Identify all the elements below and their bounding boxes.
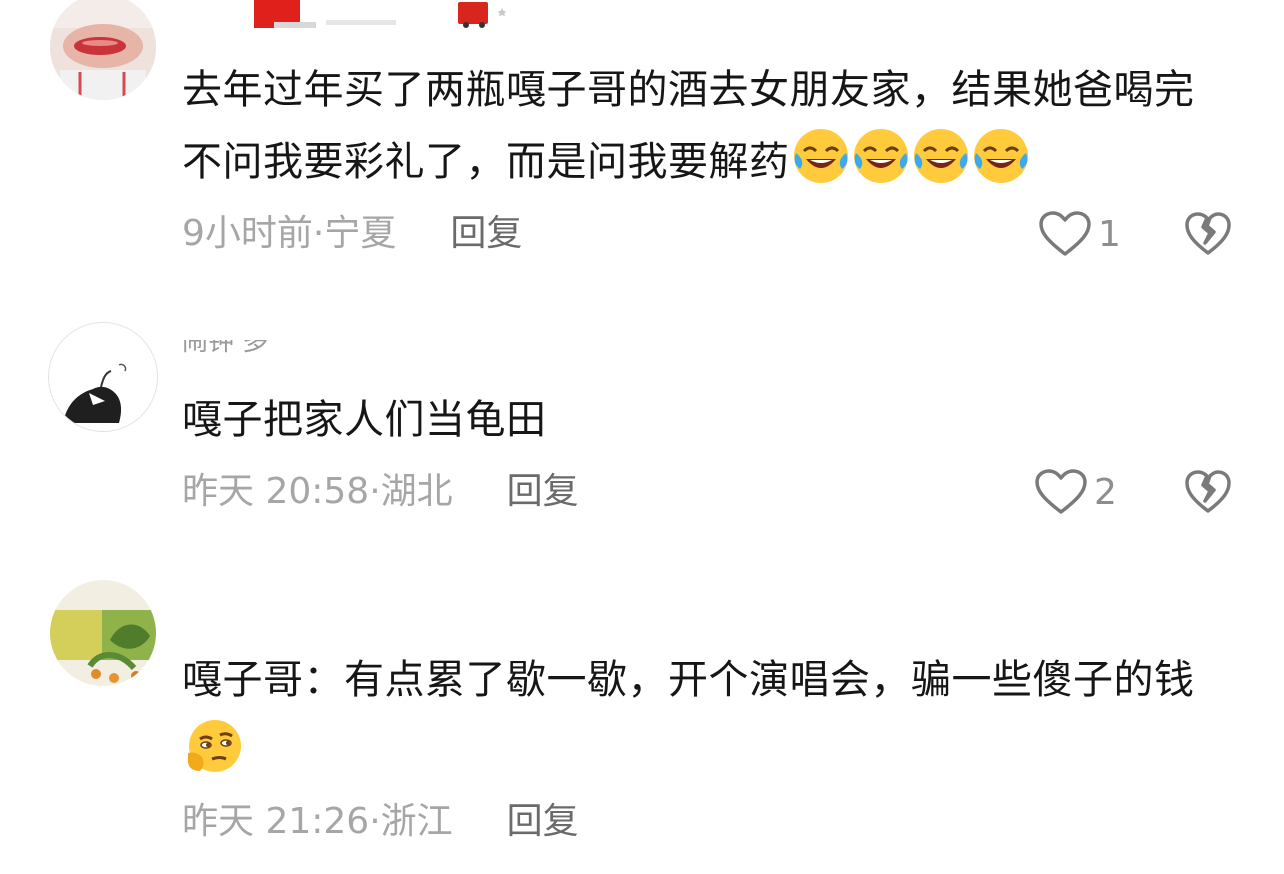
comment-item: 嘎子哥：有点累了歇一歇，开个演唱会，骗一些傻子的钱 昨天 21:26·浙江 回复 [0,580,1284,874]
heart-icon [1039,211,1091,256]
laugh-cry-emoji [852,127,910,185]
comment-text-body: 嘎子哥：有点累了歇一歇，开个演唱会，骗一些傻子的钱 [182,657,1195,703]
comment-location: 宁夏 [324,213,397,254]
meta-separator: · [369,471,381,512]
comment-meta: 9小时前·宁夏 回复 [182,212,522,256]
laugh-cry-emoji [912,127,970,185]
thinking-emoji [184,717,242,775]
comment-meta: 昨天 20:58·湖北 回复 [182,470,579,514]
comment-time: 昨天 20:58 [182,471,370,512]
username-text: 闹钟 多 [182,340,269,357]
comment-time: 9小时前 [182,213,313,254]
comment-text-body: 嘎子把家人们当龟田 [182,397,547,443]
comment-time: 昨天 21:26 [182,801,370,842]
username[interactable] [182,0,512,28]
laugh-cry-emoji [792,127,850,185]
avatar[interactable] [50,0,156,100]
comment-text-body: 去年过年买了两瓶嘎子哥的酒去女朋友家，结果她爸喝完不问我要彩礼了，而是问我要解药 [182,67,1195,185]
comment-location: 浙江 [380,801,453,842]
avatar-image [50,0,156,100]
dislike-button[interactable] [1184,210,1232,258]
dislike-button[interactable] [1184,468,1232,516]
meta-separator: · [369,801,381,842]
avatar-image [49,323,157,431]
comment-item: 闹钟 多 嘎子把家人们当龟田 昨天 20:58·湖北 回复 2 [0,290,1284,580]
broken-heart-icon [1185,470,1231,513]
avatar[interactable] [50,580,156,686]
reply-button[interactable]: 回复 [507,471,579,512]
like-count: 1 [1098,213,1121,255]
comment-location: 湖北 [380,471,453,512]
heart-icon [1035,469,1087,514]
like-button[interactable]: 1 [1038,210,1121,258]
like-count: 2 [1094,471,1117,513]
username-obscured [254,0,507,28]
comment-item: 去年过年买了两瓶嘎子哥的酒去女朋友家，结果她爸喝完不问我要彩礼了，而是问我要解药… [0,0,1284,290]
broken-heart-icon [1185,212,1231,255]
laugh-cry-emoji [972,127,1030,185]
reply-button[interactable]: 回复 [507,801,579,842]
comment-text: 嘎子哥：有点累了歇一歇，开个演唱会，骗一些傻子的钱 [182,644,1212,788]
avatar[interactable] [48,322,158,432]
like-button[interactable]: 2 [1034,468,1117,516]
username[interactable]: 闹钟 多 [182,340,268,364]
comment-text: 嘎子把家人们当龟田 [182,384,1212,456]
meta-separator: · [312,213,325,254]
avatar-image [50,580,156,686]
reply-button[interactable]: 回复 [450,213,522,254]
comment-meta: 昨天 21:26·浙江 回复 [182,800,579,844]
comment-text: 去年过年买了两瓶嘎子哥的酒去女朋友家，结果她爸喝完不问我要彩礼了，而是问我要解药 [182,54,1212,198]
